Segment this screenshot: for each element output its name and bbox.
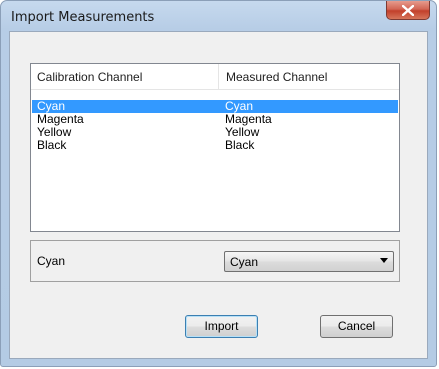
list-header: Calibration Channel Measured Channel (31, 64, 399, 90)
column-header-calibration[interactable]: Calibration Channel (37, 70, 142, 84)
close-button[interactable] (386, 1, 430, 20)
cancel-button[interactable]: Cancel (320, 315, 393, 338)
list-row-magenta[interactable]: Magenta Magenta (32, 113, 398, 126)
row-calibration-cell: Black (37, 138, 67, 152)
column-separator[interactable] (218, 64, 219, 89)
selected-channel-label: Cyan (37, 254, 66, 268)
channel-mapping-group: Cyan Cyan (30, 240, 400, 282)
list-row-yellow[interactable]: Yellow Yellow (32, 126, 398, 139)
measured-channel-value: Cyan (230, 255, 259, 269)
import-measurements-dialog: Import Measurements Calibration Channel … (0, 0, 437, 367)
dialog-title: Import Measurements (11, 10, 155, 25)
chevron-down-icon (380, 258, 388, 263)
dialog-body: Calibration Channel Measured Channel Cya… (9, 31, 428, 359)
import-button[interactable]: Import (185, 315, 258, 338)
close-icon (402, 4, 414, 16)
measured-channel-select[interactable]: Cyan (224, 251, 394, 272)
channel-list[interactable]: Calibration Channel Measured Channel Cya… (30, 63, 400, 232)
row-measured-cell: Black (225, 138, 255, 152)
title-bar[interactable]: Import Measurements (1, 1, 436, 31)
list-row-cyan[interactable]: Cyan Cyan (32, 100, 398, 113)
column-header-measured[interactable]: Measured Channel (226, 70, 327, 84)
list-row-black[interactable]: Black Black (32, 139, 398, 152)
